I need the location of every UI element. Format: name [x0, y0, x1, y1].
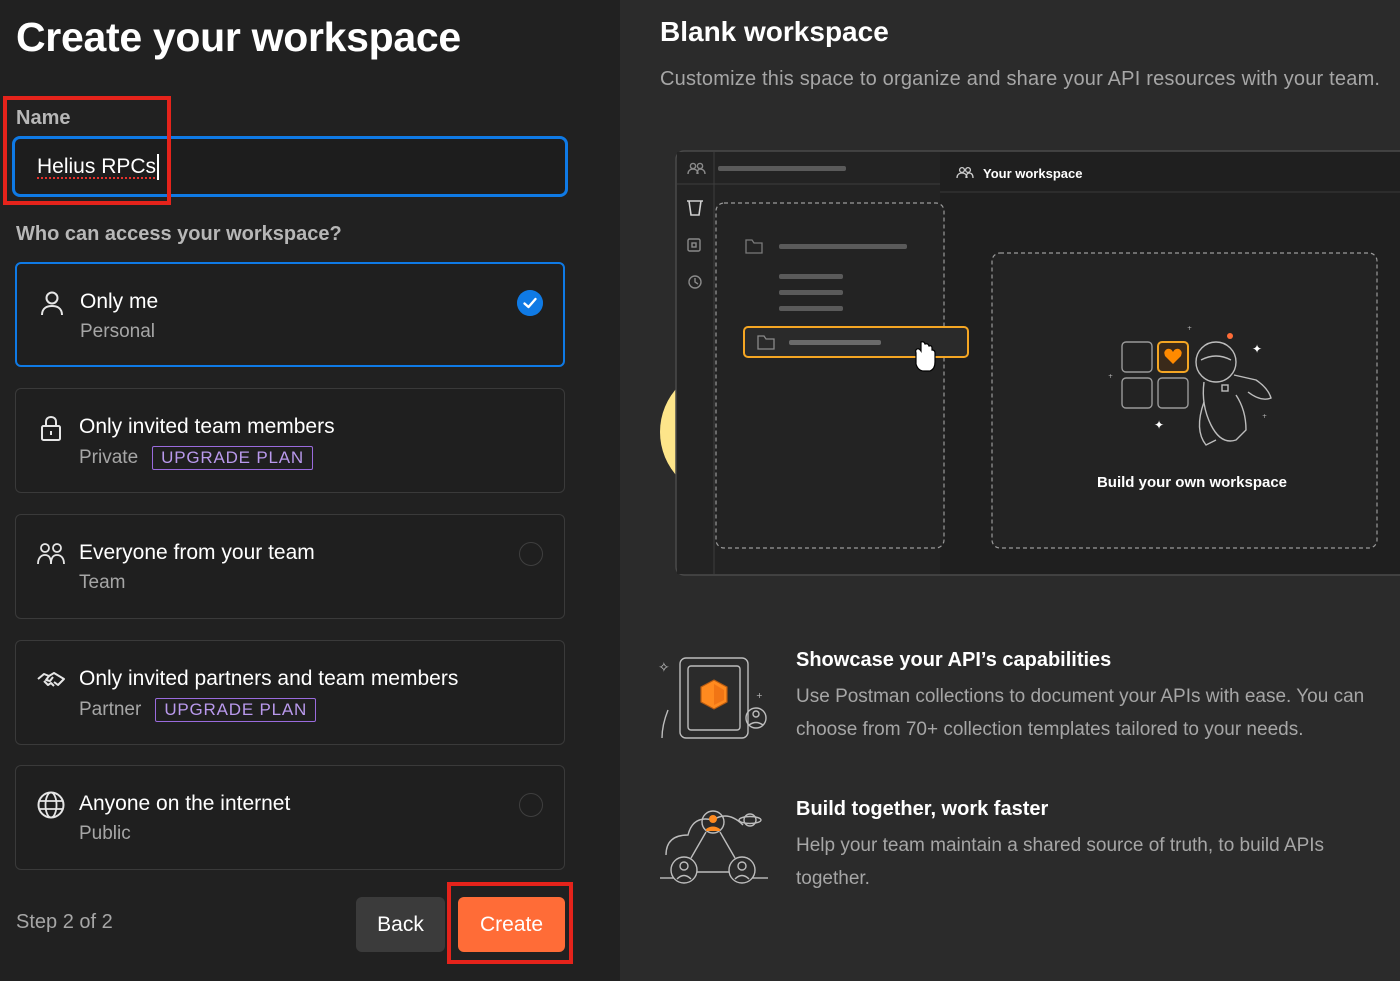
handshake-icon	[37, 672, 65, 687]
access-option-only-me[interactable]: Only me Personal	[15, 262, 565, 367]
option-title: Everyone from your team	[79, 541, 315, 564]
name-label: Name	[16, 107, 71, 129]
workspace-tab-label: Your workspace	[983, 166, 1082, 181]
upgrade-plan-badge[interactable]: UPGRADE PLAN	[155, 698, 317, 722]
upgrade-plan-badge[interactable]: UPGRADE PLAN	[152, 446, 313, 470]
user-icon	[41, 291, 63, 316]
globe-icon	[37, 791, 65, 819]
option-subtitle: Public	[79, 823, 131, 844]
feature-showcase: Showcase your API’s capabilities Use Pos…	[796, 649, 1400, 746]
build-workspace-caption: Build your own workspace	[1097, 474, 1287, 491]
preview-subtitle: Customize this space to organize and sha…	[660, 68, 1381, 90]
feature-build-together: Build together, work faster Help your te…	[796, 798, 1400, 895]
create-button[interactable]: Create	[458, 897, 565, 952]
option-subtitle: Team	[79, 572, 126, 593]
team-icon	[37, 543, 65, 565]
svg-text:✧: ✧	[658, 660, 670, 676]
option-subtitle: Personal	[80, 321, 155, 342]
access-option-everyone-team[interactable]: Everyone from your team Team	[15, 514, 565, 619]
right-panel: Blank workspace Customize this space to …	[620, 0, 1400, 981]
feature-title: Build together, work faster	[796, 798, 1049, 820]
feature-description-line: Help your team maintain a shared source …	[796, 835, 1325, 856]
radio-button[interactable]	[519, 793, 543, 817]
access-option-partners[interactable]: Only invited partners and team members P…	[15, 640, 565, 745]
option-title: Only invited partners and team members	[79, 667, 459, 690]
access-option-invited-team[interactable]: Only invited team members Private UPGRADE…	[15, 388, 565, 493]
svg-text:+: +	[1108, 373, 1113, 380]
text-caret	[157, 153, 160, 180]
feature-title: Showcase your API’s capabilities	[796, 649, 1112, 671]
preview-title: Blank workspace	[660, 16, 889, 47]
back-button[interactable]: Back	[356, 897, 445, 952]
feature-description-line: Use Postman collections to document your…	[796, 686, 1365, 707]
option-subtitle: Partner	[79, 699, 142, 720]
feature-description: Help your team maintain a shared source …	[796, 829, 1400, 895]
feature-description-line: choose from 70+ collection templates tai…	[796, 719, 1304, 740]
access-option-public[interactable]: Anyone on the internet Public	[15, 765, 565, 870]
left-panel: Create your workspace Name Helius RPCs W…	[0, 0, 620, 981]
radio-button[interactable]	[519, 542, 543, 566]
lock-icon	[41, 415, 61, 441]
step-indicator: Step 2 of 2	[16, 911, 113, 933]
checkmark-icon[interactable]	[517, 290, 543, 316]
workspace-name-value[interactable]: Helius RPCs	[37, 155, 156, 179]
collection-badge-icon: ✧ +	[658, 657, 767, 739]
option-title: Only me	[80, 290, 159, 313]
access-label: Who can access your workspace?	[16, 223, 342, 245]
feature-description-line: together.	[796, 868, 870, 889]
option-title: Only invited team members	[79, 415, 335, 438]
workspace-illustration: Your workspace ✦ ✦ + + + Build your own …	[660, 150, 1400, 576]
svg-text:+: +	[1262, 413, 1267, 420]
svg-text:✦: ✦	[1252, 342, 1262, 356]
svg-text:+: +	[756, 691, 763, 700]
option-title: Anyone on the internet	[79, 792, 291, 815]
svg-text:✦: ✦	[1154, 418, 1164, 432]
page-title: Create your workspace	[16, 14, 461, 60]
option-subtitle: Private	[79, 447, 139, 468]
workspace-name-input[interactable]: Helius RPCs	[12, 136, 568, 197]
team-network-icon	[660, 810, 768, 884]
svg-text:+: +	[1187, 325, 1192, 332]
feature-description: Use Postman collections to document your…	[796, 680, 1400, 746]
